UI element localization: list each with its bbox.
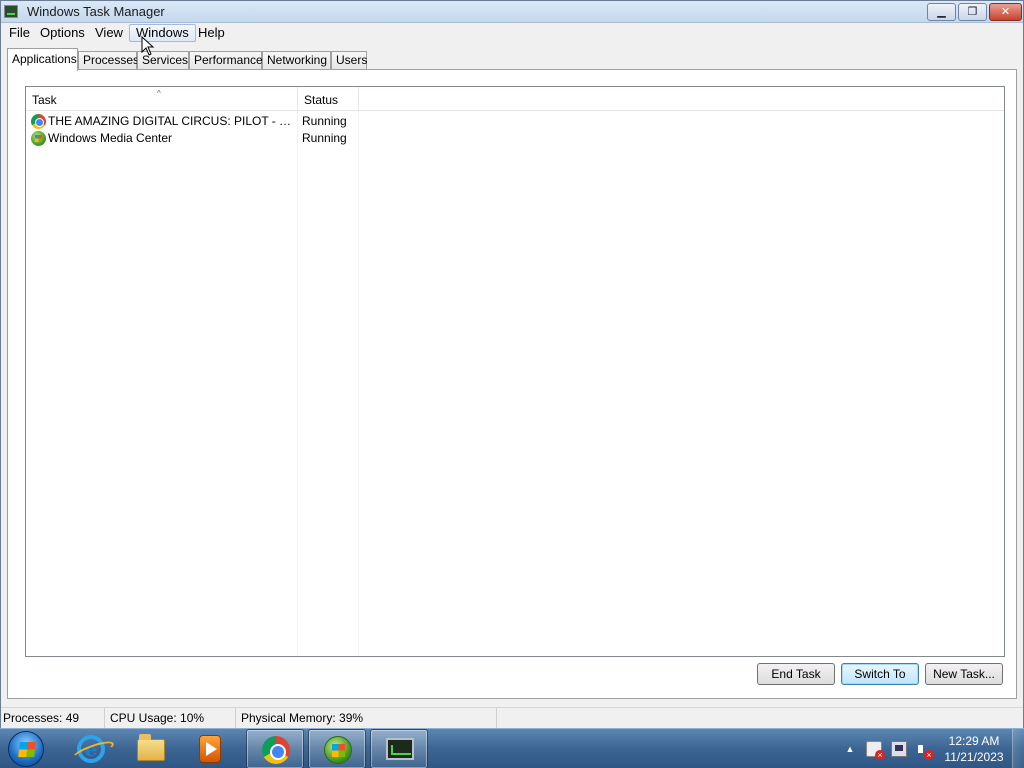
menu-view[interactable]: View xyxy=(89,24,129,42)
show-hidden-icons-button[interactable]: ▲ xyxy=(842,741,858,757)
minimize-button[interactable]: ▁ xyxy=(927,3,956,21)
start-button[interactable] xyxy=(8,731,44,767)
status-bar: Processes: 49 CPU Usage: 10% Physical Me… xyxy=(1,707,1023,729)
restore-button[interactable]: ❐ xyxy=(958,3,987,21)
taskbar-chrome[interactable] xyxy=(246,729,304,768)
task-name: Windows Media Center xyxy=(48,131,173,145)
applications-panel: Task ^ Status THE AMAZING DIGITAL CIRCUS… xyxy=(7,69,1017,699)
windows-media-center-icon xyxy=(31,131,46,146)
task-status: Running xyxy=(302,114,347,128)
volume-muted-icon[interactable] xyxy=(916,741,934,760)
media-player-icon xyxy=(199,735,221,763)
taskbar-task-manager[interactable] xyxy=(370,729,428,768)
list-header: Task ^ Status xyxy=(26,87,1004,111)
column-header-task[interactable]: Task ^ xyxy=(26,87,298,111)
menu-options[interactable]: Options xyxy=(34,24,91,42)
column-header-status[interactable]: Status xyxy=(298,87,359,111)
sort-ascending-icon: ^ xyxy=(157,89,161,98)
clock[interactable]: 12:29 AM 11/21/2023 xyxy=(938,733,1010,765)
title-bar[interactable]: Windows Task Manager ▁ ❐ ✕ xyxy=(1,1,1023,23)
window-title: Windows Task Manager xyxy=(27,4,165,19)
taskbar: ▲ 12:29 AM 11/21/2023 xyxy=(0,728,1024,768)
action-center-flag-icon[interactable] xyxy=(866,741,885,760)
switch-to-button[interactable]: Switch To xyxy=(841,663,919,685)
tab-networking[interactable]: Networking xyxy=(262,51,331,70)
taskbar-internet-explorer[interactable] xyxy=(62,729,120,768)
cpu-usage: CPU Usage: 10% xyxy=(108,708,236,729)
clock-date: 11/21/2023 xyxy=(944,750,1004,764)
internet-explorer-icon xyxy=(77,735,105,763)
tab-processes[interactable]: Processes xyxy=(78,51,139,70)
new-task-button[interactable]: New Task... xyxy=(925,663,1003,685)
chrome-icon xyxy=(262,736,290,764)
menu-file[interactable]: File xyxy=(3,24,36,42)
menu-help[interactable]: Help xyxy=(192,24,231,42)
physical-memory: Physical Memory: 39% xyxy=(239,708,497,729)
task-status: Running xyxy=(302,131,347,145)
tab-users[interactable]: Users xyxy=(331,51,367,70)
task-name: THE AMAZING DIGITAL CIRCUS: PILOT - YouT… xyxy=(48,114,296,128)
windows-media-center-icon xyxy=(324,736,352,764)
task-list[interactable]: Task ^ Status THE AMAZING DIGITAL CIRCUS… xyxy=(25,86,1005,657)
taskbar-windows-media-center[interactable] xyxy=(308,729,366,768)
task-manager-icon xyxy=(386,738,414,760)
column-label-task: Task xyxy=(32,93,57,107)
column-divider xyxy=(358,111,359,656)
clock-time: 12:29 AM xyxy=(948,734,1000,748)
network-icon[interactable] xyxy=(891,741,907,757)
menu-windows[interactable]: Windows xyxy=(129,24,196,42)
tab-applications[interactable]: Applications xyxy=(7,48,78,71)
chrome-icon xyxy=(31,114,46,129)
list-item[interactable]: Windows Media Center Running xyxy=(26,130,1004,147)
column-divider xyxy=(297,111,298,656)
tab-performance[interactable]: Performance xyxy=(189,51,263,70)
windows-explorer-icon xyxy=(137,734,165,761)
task-manager-icon[interactable] xyxy=(4,5,18,18)
list-item[interactable]: THE AMAZING DIGITAL CIRCUS: PILOT - YouT… xyxy=(26,113,1004,130)
processes-count: Processes: 49 xyxy=(1,708,105,729)
taskbar-media-player[interactable] xyxy=(182,729,240,768)
close-button[interactable]: ✕ xyxy=(989,3,1022,21)
show-desktop-button[interactable] xyxy=(1012,729,1024,768)
taskbar-windows-explorer[interactable] xyxy=(122,729,180,768)
task-manager-window: Windows Task Manager ▁ ❐ ✕ File Options … xyxy=(0,0,1024,729)
end-task-button[interactable]: End Task xyxy=(757,663,835,685)
